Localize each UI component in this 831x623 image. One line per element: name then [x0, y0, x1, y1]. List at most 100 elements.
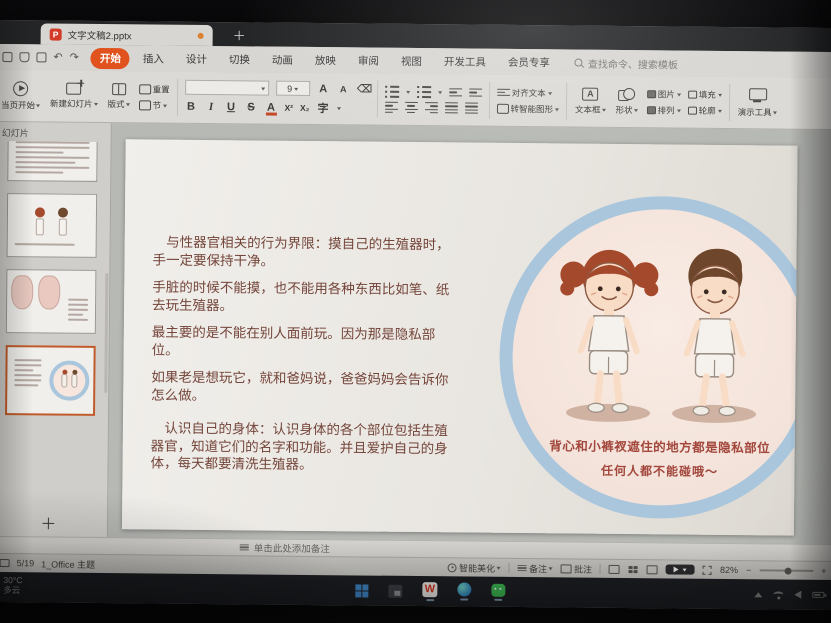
- tab-transition[interactable]: 切换: [220, 49, 259, 70]
- decrease-indent-icon[interactable]: [449, 88, 462, 96]
- fit-to-window-icon[interactable]: [703, 565, 712, 574]
- print-icon[interactable]: [36, 52, 46, 62]
- tab-insert[interactable]: 插入: [134, 48, 173, 69]
- tab-animation[interactable]: 动画: [263, 49, 302, 70]
- weather-widget[interactable]: 30°C 多云: [3, 576, 22, 596]
- zoom-slider[interactable]: [759, 569, 813, 572]
- wechat-button[interactable]: [491, 583, 505, 600]
- slide-thumbnail-text[interactable]: [7, 141, 98, 182]
- clear-format-icon[interactable]: ⌫: [357, 82, 370, 95]
- font-color-button[interactable]: A: [264, 102, 277, 114]
- zoom-out-button[interactable]: −: [746, 565, 751, 575]
- slideshow-play-button[interactable]: [666, 564, 695, 574]
- align-right-icon[interactable]: [424, 102, 437, 113]
- slide-thumbnail-current[interactable]: [5, 345, 96, 416]
- bold-button[interactable]: B: [184, 101, 197, 113]
- chevron-down-icon: [677, 109, 681, 114]
- redo-icon[interactable]: ↷: [70, 52, 79, 63]
- tab-view[interactable]: 视图: [392, 50, 431, 71]
- distribute-icon[interactable]: [464, 103, 477, 114]
- smart-beautify-button[interactable]: 智能美化: [448, 561, 501, 575]
- section-button[interactable]: 节: [138, 99, 169, 111]
- increase-indent-icon[interactable]: [469, 88, 482, 96]
- text-effect-button[interactable]: 字: [316, 100, 329, 116]
- search-placeholder: 查找命令、搜索模板: [588, 55, 678, 71]
- file-explorer-button[interactable]: [388, 584, 402, 597]
- align-left-icon[interactable]: [384, 102, 397, 113]
- new-tab-button[interactable]: ＋: [233, 25, 246, 46]
- tray-expand-icon[interactable]: [754, 588, 762, 597]
- chevron-down-icon: [94, 103, 98, 108]
- align-center-icon[interactable]: [404, 102, 417, 113]
- undo-icon[interactable]: ↶: [53, 52, 62, 63]
- tab-design[interactable]: 设计: [177, 48, 216, 69]
- slide-thumbnail-kids[interactable]: [6, 193, 97, 258]
- chevron-down-icon: [549, 567, 553, 572]
- new-slide-button[interactable]: 新建幻灯片: [45, 72, 103, 120]
- reset-button[interactable]: 重置: [139, 83, 170, 95]
- theme-name[interactable]: 1_Office 主题: [41, 557, 95, 571]
- wps-office-button[interactable]: W: [422, 582, 437, 601]
- play-from-current-button[interactable]: 当页开始: [0, 72, 45, 119]
- justify-icon[interactable]: [444, 102, 457, 113]
- italic-button[interactable]: I: [204, 101, 217, 113]
- slide-thumbnail-anatomy[interactable]: [5, 269, 96, 334]
- tab-slideshow[interactable]: 放映: [306, 49, 345, 70]
- reading-view-icon[interactable]: [647, 565, 658, 574]
- fill-button[interactable]: 填充: [688, 88, 722, 100]
- underline-button[interactable]: U: [224, 101, 237, 113]
- outline-button[interactable]: 轮廓: [688, 104, 722, 116]
- slide-canvas[interactable]: 与性器官相关的行为界限：摸自己的生殖器时，手一定要保持干净。 手脏的时候不能摸，…: [122, 139, 798, 535]
- document-tab[interactable]: P 文字文稿2.pptx: [41, 23, 213, 46]
- wifi-icon[interactable]: [773, 591, 783, 597]
- slide-text-block[interactable]: 与性器官相关的行为界限：摸自己的生殖器时，手一定要保持干净。 手脏的时候不能摸，…: [150, 233, 454, 485]
- reset-section-group: 重置 节: [134, 73, 173, 120]
- notes-toggle-button[interactable]: 备注: [518, 561, 553, 574]
- save-icon[interactable]: [2, 52, 12, 62]
- layout-label: 版式: [107, 98, 124, 110]
- chevron-down-icon: [602, 108, 606, 113]
- text-tools-group: 对齐文本 转智能图形: [492, 77, 563, 125]
- slide-sorter-view-icon[interactable]: [628, 565, 639, 574]
- circle-illustration[interactable]: 背心和小裤衩遮住的地方都是隐私部位 任何人都不能碰哦～: [498, 195, 798, 520]
- reset-label: 重置: [153, 83, 170, 95]
- notes-placeholder: 单击此处添加备注: [254, 540, 330, 555]
- add-slide-button[interactable]: ＋: [0, 508, 107, 537]
- smart-graphic-button[interactable]: 转智能图形: [496, 102, 559, 115]
- browser-button[interactable]: [457, 582, 471, 600]
- superscript-button[interactable]: X²: [284, 103, 293, 113]
- bullet-list-icon[interactable]: [385, 85, 399, 98]
- normal-view-icon[interactable]: [609, 564, 620, 573]
- zoom-in-button[interactable]: +: [821, 566, 826, 576]
- picture-button[interactable]: 图片: [647, 88, 681, 100]
- shapes-button[interactable]: 形状: [610, 78, 642, 125]
- comments-button[interactable]: 批注: [561, 562, 592, 575]
- tab-review[interactable]: 审阅: [349, 50, 388, 71]
- strikethrough-button[interactable]: S: [244, 101, 257, 113]
- windows-start-button[interactable]: [355, 584, 368, 597]
- font-size-select[interactable]: 9: [276, 81, 310, 96]
- slide-paragraph: 最主要的是不能在别人面前玩。因为那是隐私部位。: [152, 324, 454, 362]
- layout-button[interactable]: 版式: [102, 73, 134, 120]
- battery-icon[interactable]: [812, 592, 824, 598]
- volume-icon[interactable]: [794, 591, 801, 599]
- align-text-icon: [497, 88, 510, 96]
- shapes-icon: [618, 87, 635, 100]
- chevron-down-icon: [773, 111, 777, 116]
- command-search[interactable]: 查找命令、搜索模板: [575, 55, 678, 71]
- subscript-button[interactable]: X₂: [300, 103, 310, 113]
- font-name-select[interactable]: [185, 80, 269, 96]
- presentation-tools-button[interactable]: 演示工具: [732, 79, 781, 126]
- output-icon[interactable]: [19, 52, 29, 62]
- tab-member[interactable]: 会员专享: [499, 51, 559, 73]
- arrange-button[interactable]: 排列: [647, 104, 681, 116]
- numbered-list-icon[interactable]: [417, 86, 431, 99]
- increase-font-icon[interactable]: A: [317, 83, 330, 95]
- decrease-font-icon[interactable]: A: [337, 84, 350, 94]
- tab-home[interactable]: 开始: [91, 47, 130, 68]
- tab-developer[interactable]: 开发工具: [435, 51, 495, 73]
- text-box-button[interactable]: A 文本框: [570, 77, 611, 124]
- align-text-button[interactable]: 对齐文本: [497, 86, 560, 99]
- browser-icon: [457, 582, 471, 596]
- thumbnail-boy-figure: [57, 208, 68, 238]
